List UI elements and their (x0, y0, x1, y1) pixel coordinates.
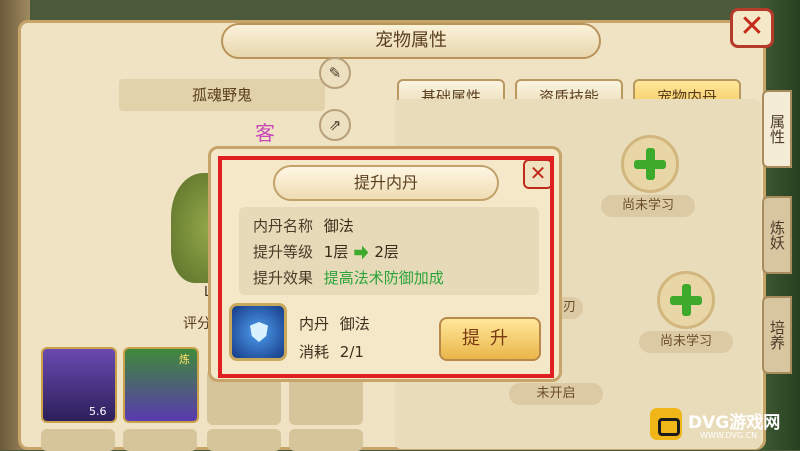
close-icon: ✕ (739, 9, 765, 44)
side-tab-refine[interactable]: 炼妖 (762, 196, 792, 274)
watermark-text: DVG游戏网 (688, 413, 781, 433)
hero-slot-1[interactable]: 5.6 (41, 347, 117, 423)
hero-badge: 5.6 (89, 405, 107, 418)
share-button[interactable]: ⇗ (319, 109, 351, 141)
highlight-frame (218, 156, 554, 378)
pet-name: 孤魂野鬼 (119, 79, 325, 111)
watermark-sub: WWW.DVG.CN (700, 431, 758, 440)
empty-slot[interactable] (41, 429, 115, 451)
side-tab-label: 属性 (768, 114, 786, 144)
gamepad-icon (650, 408, 682, 440)
plus-icon (634, 148, 666, 180)
panel-title: 宠物属性 (221, 23, 601, 59)
core-slot-1[interactable] (621, 135, 679, 193)
empty-slot[interactable] (289, 429, 363, 451)
core-slot-1-label: 尚未学习 (601, 195, 695, 217)
pet-score-label: 评分 (183, 316, 211, 332)
pencil-icon: ✎ (328, 64, 342, 82)
hero-badge: 炼 (179, 353, 190, 366)
side-tab-attributes[interactable]: 属性 (762, 90, 792, 168)
share-icon: ⇗ (328, 116, 342, 134)
edit-name-button[interactable]: ✎ (319, 57, 351, 89)
side-tab-label: 炼妖 (768, 220, 786, 250)
core-slot-2-label: 尚未学习 (639, 331, 733, 353)
core-slot-3-label: 未开启 (509, 383, 603, 405)
site-watermark: DVG游戏网 WWW.DVG.CN (640, 400, 800, 450)
close-button[interactable]: ✕ (730, 8, 774, 48)
empty-slot[interactable] (207, 429, 281, 451)
side-tab-train[interactable]: 培养 (762, 296, 792, 374)
empty-slot[interactable] (123, 429, 197, 451)
hero-slot-2[interactable]: 炼 (123, 347, 199, 423)
plus-icon (670, 284, 702, 316)
core-slot-2[interactable] (657, 271, 715, 329)
side-tab-label: 培养 (768, 320, 786, 350)
